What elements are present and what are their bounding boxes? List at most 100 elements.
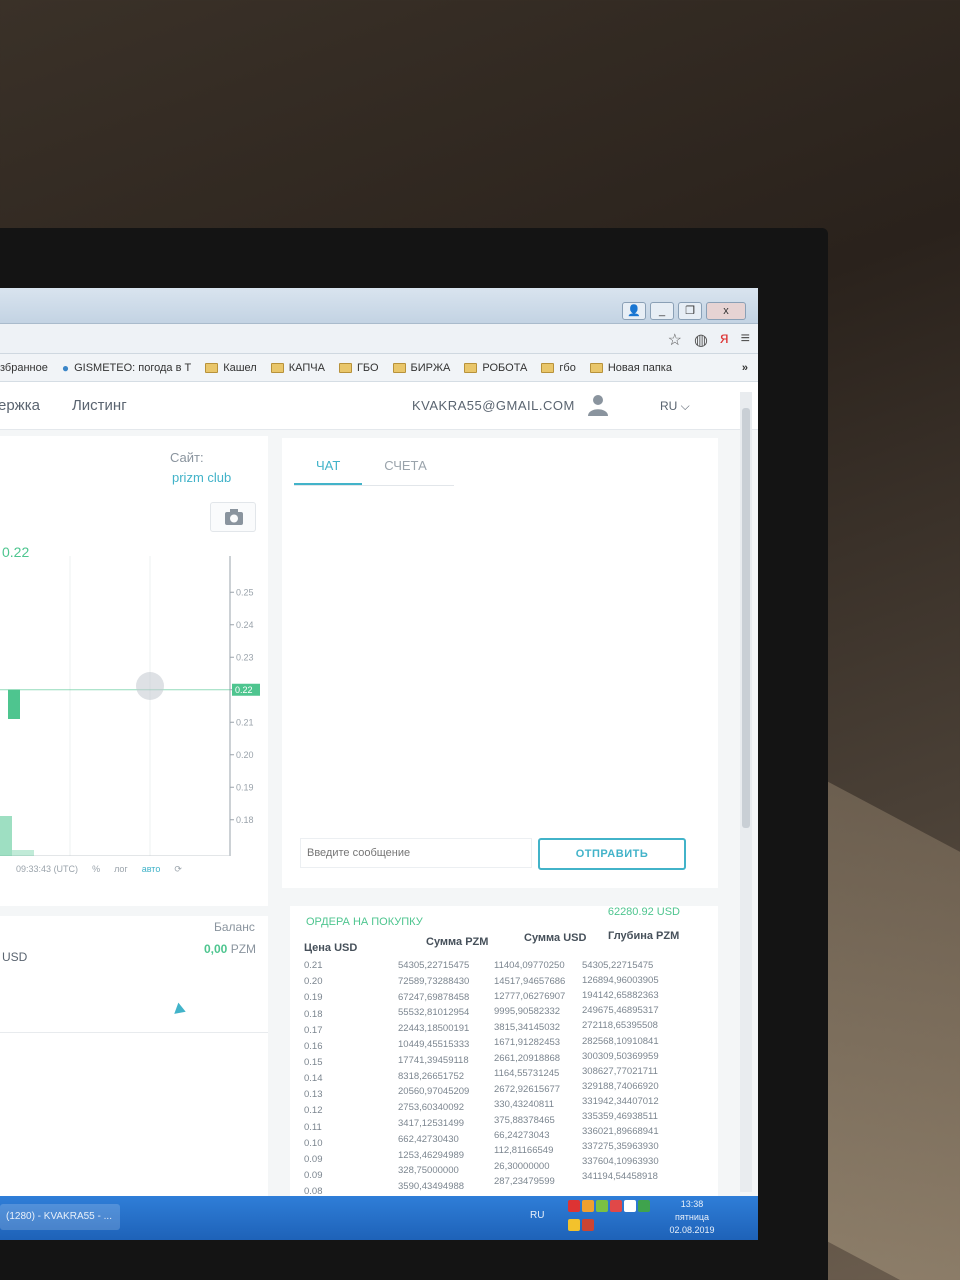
bookmark-folder-birzha[interactable]: БИРЖА <box>392 361 451 374</box>
minimize-button[interactable]: _ <box>650 302 674 320</box>
y-tick-label: 0.24 <box>236 620 254 630</box>
orders-title: ОРДЕРА НА ПОКУПКУ <box>306 916 423 928</box>
balance-value: 0,00 PZM <box>204 942 256 956</box>
tray-icon[interactable] <box>568 1200 580 1212</box>
menu-icon[interactable]: ≡ <box>741 330 750 350</box>
cell-sum-pzm: 54305,22715475 <box>398 960 470 971</box>
tray-icon[interactable] <box>596 1200 608 1212</box>
cell-price: 0.20 <box>304 976 323 988</box>
taskbar-clock[interactable]: 13:38 пятница 02.08.2019 <box>662 1198 722 1237</box>
bookmark-gismeteo[interactable]: ● GISMETEO: погода в Т <box>62 361 191 375</box>
cell-price: 0.17 <box>304 1024 323 1036</box>
price-chart[interactable]: 0.250.240.230.210.200.190.180.22авг59 <box>0 536 268 856</box>
auto-toggle[interactable]: авто <box>142 864 161 875</box>
cell-sum-pzm: 1253,46294989 <box>398 1149 465 1161</box>
last-price-label: 0.22 <box>235 685 253 695</box>
bookmark-favorites[interactable]: збранное <box>0 362 48 374</box>
cell-sum-pzm: 55532,81012954 <box>398 1007 470 1019</box>
folder-icon <box>589 362 603 373</box>
bookmark-label: гбо <box>559 361 576 374</box>
close-button[interactable]: x <box>706 302 746 320</box>
user-email[interactable]: KVAKRA55@GMAIL.COM <box>412 398 575 413</box>
log-toggle[interactable]: лог <box>114 864 128 875</box>
tray-language[interactable]: RU <box>530 1210 544 1221</box>
page-scrollbar[interactable] <box>740 392 752 1192</box>
cell-price: 0.21 <box>304 960 323 971</box>
yandex-icon[interactable]: я <box>720 330 729 350</box>
cell-sum-usd: 287,23479599 <box>494 1176 555 1188</box>
chart-settings-icon[interactable]: ⟳ <box>174 864 182 875</box>
restore-button[interactable]: ❐ <box>678 302 702 320</box>
table-row[interactable]: 0.21 54305,22715475 11404,09770250 54305,22… <box>302 960 692 977</box>
bookmark-label: Новая папка <box>607 361 672 374</box>
cell-depth: 308627,77021711 <box>582 1065 658 1077</box>
tray-icon[interactable] <box>610 1200 622 1212</box>
cell-price: 0.18 <box>304 1008 323 1020</box>
bookmark-folder-new[interactable]: Новая папка <box>589 361 672 374</box>
bookmark-folder-kashel[interactable]: Кашел <box>205 362 257 374</box>
language-selector[interactable]: RU ⌵ <box>660 399 690 414</box>
bookmark-label: РОБОТА <box>482 361 528 374</box>
balance-panel: Баланс 0,00 PZM USD <box>0 916 268 1196</box>
scrollbar-thumb[interactable] <box>742 408 750 828</box>
cell-depth: 341194,54458918 <box>582 1171 658 1183</box>
cell-sum-pzm: 3417,12531499 <box>398 1118 465 1129</box>
site-link[interactable]: prizm club <box>172 470 231 485</box>
user-avatar-icon[interactable] <box>588 394 608 416</box>
nav-listing[interactable]: Листинг <box>72 397 127 414</box>
bookmark-star-icon[interactable]: ☆ <box>668 330 682 350</box>
bookmark-folder-robota[interactable]: РОБОТА <box>464 362 527 374</box>
clock-time: 13:38 <box>680 1199 704 1209</box>
screenshot-button[interactable] <box>210 502 256 532</box>
tray-icon[interactable] <box>582 1200 594 1212</box>
cell-sum-pzm: 8318,26651752 <box>398 1070 465 1082</box>
tray-icon[interactable] <box>568 1219 580 1231</box>
y-tick-label: 0.19 <box>236 782 254 792</box>
cell-depth: 54305,22715475 <box>582 960 654 971</box>
cell-sum-pzm: 72589,73288430 <box>398 975 470 987</box>
bookmark-label: БИРЖА <box>410 361 451 374</box>
chart-footer: 09:33:43 (UTC) % лог авто ⟳ <box>16 864 182 875</box>
tab-accounts[interactable]: СЧЕТА <box>362 452 448 485</box>
user-profile-icon[interactable]: 👤 <box>622 302 646 320</box>
bookmark-folder-gbo-lower[interactable]: гбо <box>541 361 576 374</box>
tab-chat[interactable]: ЧАТ <box>294 452 363 485</box>
cell-depth: 329188,74066920 <box>582 1080 659 1092</box>
clock-date: 02.08.2019 <box>669 1225 715 1235</box>
bookmark-label: КАПЧА <box>288 361 325 374</box>
cell-price: 0.19 <box>304 992 323 1004</box>
orders-table: 0.21 54305,22715475 11404,09770250 54305,22… <box>302 960 692 1208</box>
bookmark-folder-kapcha[interactable]: КАПЧА <box>270 361 325 374</box>
bookmark-label: Кашел <box>223 361 257 374</box>
send-button[interactable]: ОТПРАВИТЬ <box>538 838 686 870</box>
bookmark-label: GISMETEO: погода в Т <box>74 361 192 374</box>
bookmarks-more-button[interactable]: » <box>742 362 758 374</box>
chart-time-value: 09:33:43 <box>16 864 52 874</box>
folder-icon <box>392 362 406 373</box>
clock-day: пятница <box>674 1212 710 1222</box>
y-tick-label: 0.20 <box>236 750 254 760</box>
taskbar-browser-item[interactable]: (1280) - KVAKRA55 - ... <box>0 1204 120 1230</box>
tray-icon[interactable] <box>582 1219 594 1231</box>
percent-toggle[interactable]: % <box>92 864 100 875</box>
chat-panel: ЧАТ СЧЕТА ОТПРАВИТЬ <box>282 438 718 888</box>
chart-time: 09:33:43 (UTC) <box>16 864 78 875</box>
chat-tabs: ЧАТ СЧЕТА <box>294 452 454 486</box>
cell-depth: 335359,46938511 <box>582 1111 658 1122</box>
nav-support[interactable]: ержка <box>0 397 40 414</box>
bookmark-folder-gbo[interactable]: ГБО <box>338 362 379 374</box>
divider <box>0 1032 268 1033</box>
message-input[interactable] <box>300 838 532 868</box>
language-label: RU <box>660 399 678 413</box>
cell-sum-usd: 3815,34145032 <box>494 1021 561 1033</box>
volume-bar <box>12 850 34 856</box>
folder-icon <box>338 362 352 373</box>
orders-total: 62280.92 USD <box>607 906 680 918</box>
cell-price: 0.09 <box>304 1153 323 1165</box>
tray-icon[interactable] <box>624 1200 636 1212</box>
y-tick-label: 0.23 <box>236 652 254 662</box>
globe-icon[interactable]: ◍ <box>694 330 708 350</box>
cell-depth: 337275,35963930 <box>582 1141 659 1153</box>
volume-bar <box>0 816 12 856</box>
tray-icon[interactable] <box>638 1200 650 1212</box>
